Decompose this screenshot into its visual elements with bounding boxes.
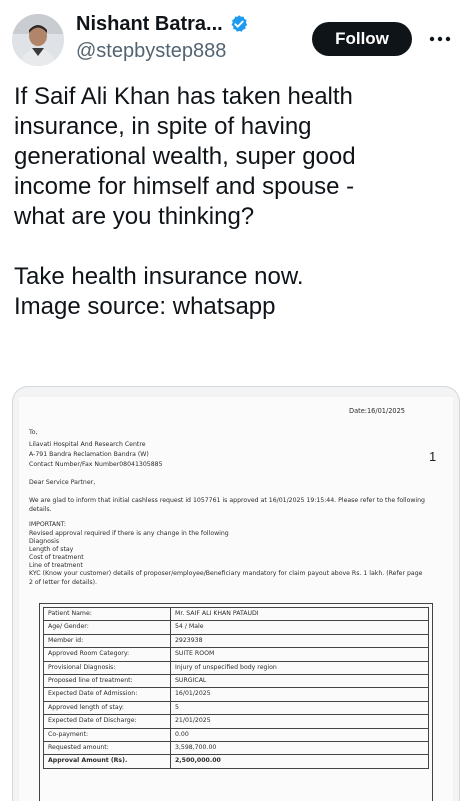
bullet-cost: Cost of treatment [29, 554, 84, 561]
follow-button[interactable]: Follow [312, 22, 412, 56]
table-key-cell: Age/ Gender: [43, 620, 171, 635]
table-row: Proposed line of treatment: SURGICAL [43, 673, 429, 689]
bullet-diagnosis: Diagnosis [29, 538, 60, 545]
intro-text-cont: details. [29, 506, 52, 513]
table-row: Age/ Gender: 54 / Male [43, 620, 429, 635]
table-row: Co-payment: 0.00 [43, 727, 429, 742]
author-handle[interactable]: @stepbystep888 [76, 40, 226, 63]
intro-text: We are glad to inform that initial cashl… [29, 497, 425, 504]
table-value-cell: SURGICAL [170, 673, 429, 689]
important-heading: IMPORTANT: [29, 521, 66, 528]
table-value-cell: 21/01/2025 [170, 714, 429, 729]
table-key-cell: Approved Room Category: [43, 647, 171, 662]
table-key-cell: Approval Amount (Rs). [43, 754, 171, 769]
hospital-contact: Contact Number/Fax Number08041305885 [29, 461, 163, 468]
tweet-line: If Saif Ali Khan has taken health [14, 83, 353, 110]
hospital-address: A-791 Bandra Reclamation Bandra (W) [29, 451, 149, 458]
tweet-line: insurance, in spite of having [14, 113, 312, 140]
table-key-cell: Proposed line of treatment: [43, 673, 171, 689]
table-value-cell: 2,500,000.00 [170, 754, 429, 769]
table-key-cell: Expected Date of Admission: [43, 687, 171, 702]
table-row: Approved Room Category: SUITE ROOM [43, 647, 429, 662]
author-display-name[interactable]: Nishant Batra... [76, 13, 223, 36]
table-value-cell: 2923938 [170, 633, 429, 649]
avatar-image [12, 14, 64, 66]
tweet-line: Image source: whatsapp [14, 293, 276, 320]
approval-details-table: Patient Name: Mr. SAIF ALI KHAN PATAUDI Ag… [43, 606, 429, 769]
salutation: Dear Service Partner, [29, 479, 96, 486]
kyc-note: KYC (Know your customer) details of prop… [29, 570, 423, 577]
verified-badge-icon [229, 14, 249, 34]
table-row: Expected Date of Discharge: 21/01/2025 [43, 714, 429, 729]
tweet-header: Nishant Batra... @stepbystep888 Follow [0, 0, 468, 80]
table-key-cell: Co-payment: [43, 727, 171, 742]
page-number: 1 [429, 449, 437, 464]
letter-to: To, [29, 429, 38, 436]
table-row: Provisional Diagnosis: Injury of unspecif… [43, 660, 429, 675]
letter-date: Date:16/01/2025 [349, 407, 405, 415]
table-row: Expected Date of Admission: 16/01/2025 [43, 687, 429, 702]
table-row: Patient Name: Mr. SAIF ALI KHAN PATAUDI [43, 606, 429, 622]
table-value-cell: Injury of unspecified body region [170, 660, 429, 675]
table-row: Member id: 2923938 [43, 633, 429, 649]
table-key-cell: Expected Date of Discharge: [43, 714, 171, 729]
table-row: Approved length of stay: 5 [43, 700, 429, 716]
tweet-text: If Saif Ali Khan has taken health insura… [14, 82, 454, 322]
author-name-row[interactable]: Nishant Batra... [76, 12, 249, 36]
hospital-name: Lilavati Hospital And Research Centre [29, 441, 146, 448]
bullet-length-of-stay: Length of stay [29, 546, 74, 553]
approval-letter-document: Date:16/01/2025 To, Lilavati Hospital An… [19, 397, 453, 801]
table-key-cell: Approved length of stay: [43, 700, 171, 716]
avatar[interactable] [12, 14, 64, 66]
tweet-line: generational wealth, super good [14, 143, 356, 170]
tweet-media-image[interactable]: Date:16/01/2025 To, Lilavati Hospital An… [12, 386, 460, 801]
kyc-note-cont: 2 of letter for details). [29, 579, 97, 586]
table-value-cell: 16/01/2025 [170, 687, 429, 702]
table-value-cell: 54 / Male [170, 620, 429, 635]
table-value-cell: 5 [170, 700, 429, 716]
tweet-line: income for himself and spouse - [14, 173, 355, 200]
table-row: Approval Amount (Rs). 2,500,000.00 [43, 754, 429, 769]
table-key-cell: Requested amount: [43, 740, 171, 756]
table-value-cell: 3,598,700.00 [170, 740, 429, 756]
more-options-icon[interactable] [426, 30, 454, 48]
revised-note: Revised approval required if there is an… [29, 530, 229, 537]
table-row: Requested amount: 3,598,700.00 [43, 740, 429, 756]
table-key-cell: Patient Name: [43, 606, 171, 622]
table-key-cell: Member id: [43, 633, 171, 649]
table-value-cell: SUITE ROOM [170, 647, 429, 662]
tweet-line: what are you thinking? [14, 203, 255, 230]
table-value-cell: 0.00 [170, 727, 429, 742]
table-value-cell: Mr. SAIF ALI KHAN PATAUDI [170, 606, 429, 622]
tweet-line: Take health insurance now. [14, 263, 304, 290]
bullet-line-of-treatment: Line of treatment [29, 562, 83, 569]
table-key-cell: Provisional Diagnosis: [43, 660, 171, 675]
